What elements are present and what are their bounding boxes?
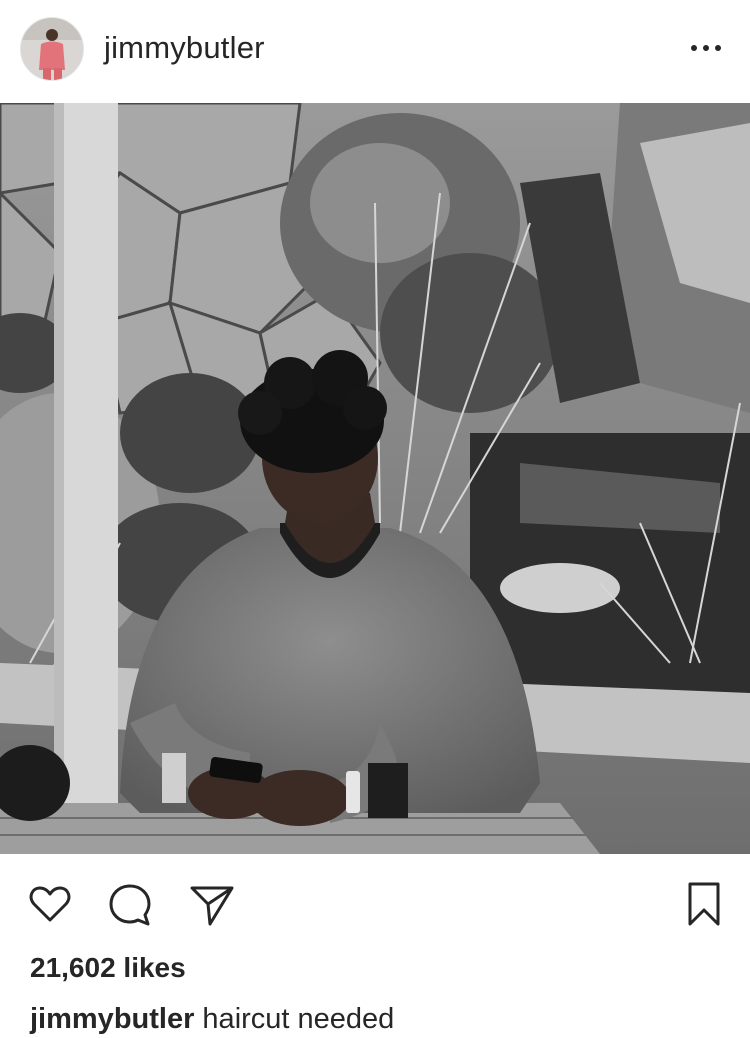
post-username[interactable]: jimmybutler — [104, 30, 265, 66]
more-options-icon[interactable] — [688, 36, 724, 60]
post-actions-bar — [0, 874, 750, 934]
heart-icon[interactable] — [26, 880, 74, 928]
bookmark-icon[interactable] — [680, 880, 728, 928]
post-photo[interactable] — [0, 103, 750, 854]
paper-plane-icon[interactable] — [188, 880, 236, 928]
likes-count[interactable]: 21,602 likes — [30, 952, 186, 984]
caption-text: haircut needed — [194, 1003, 395, 1035]
caption-username[interactable]: jimmybutler — [30, 1003, 194, 1035]
comment-bubble-icon[interactable] — [106, 880, 154, 928]
post-caption: jimmybutler haircut needed — [30, 1003, 394, 1036]
profile-avatar[interactable] — [20, 17, 84, 81]
post-header: jimmybutler — [0, 0, 750, 103]
